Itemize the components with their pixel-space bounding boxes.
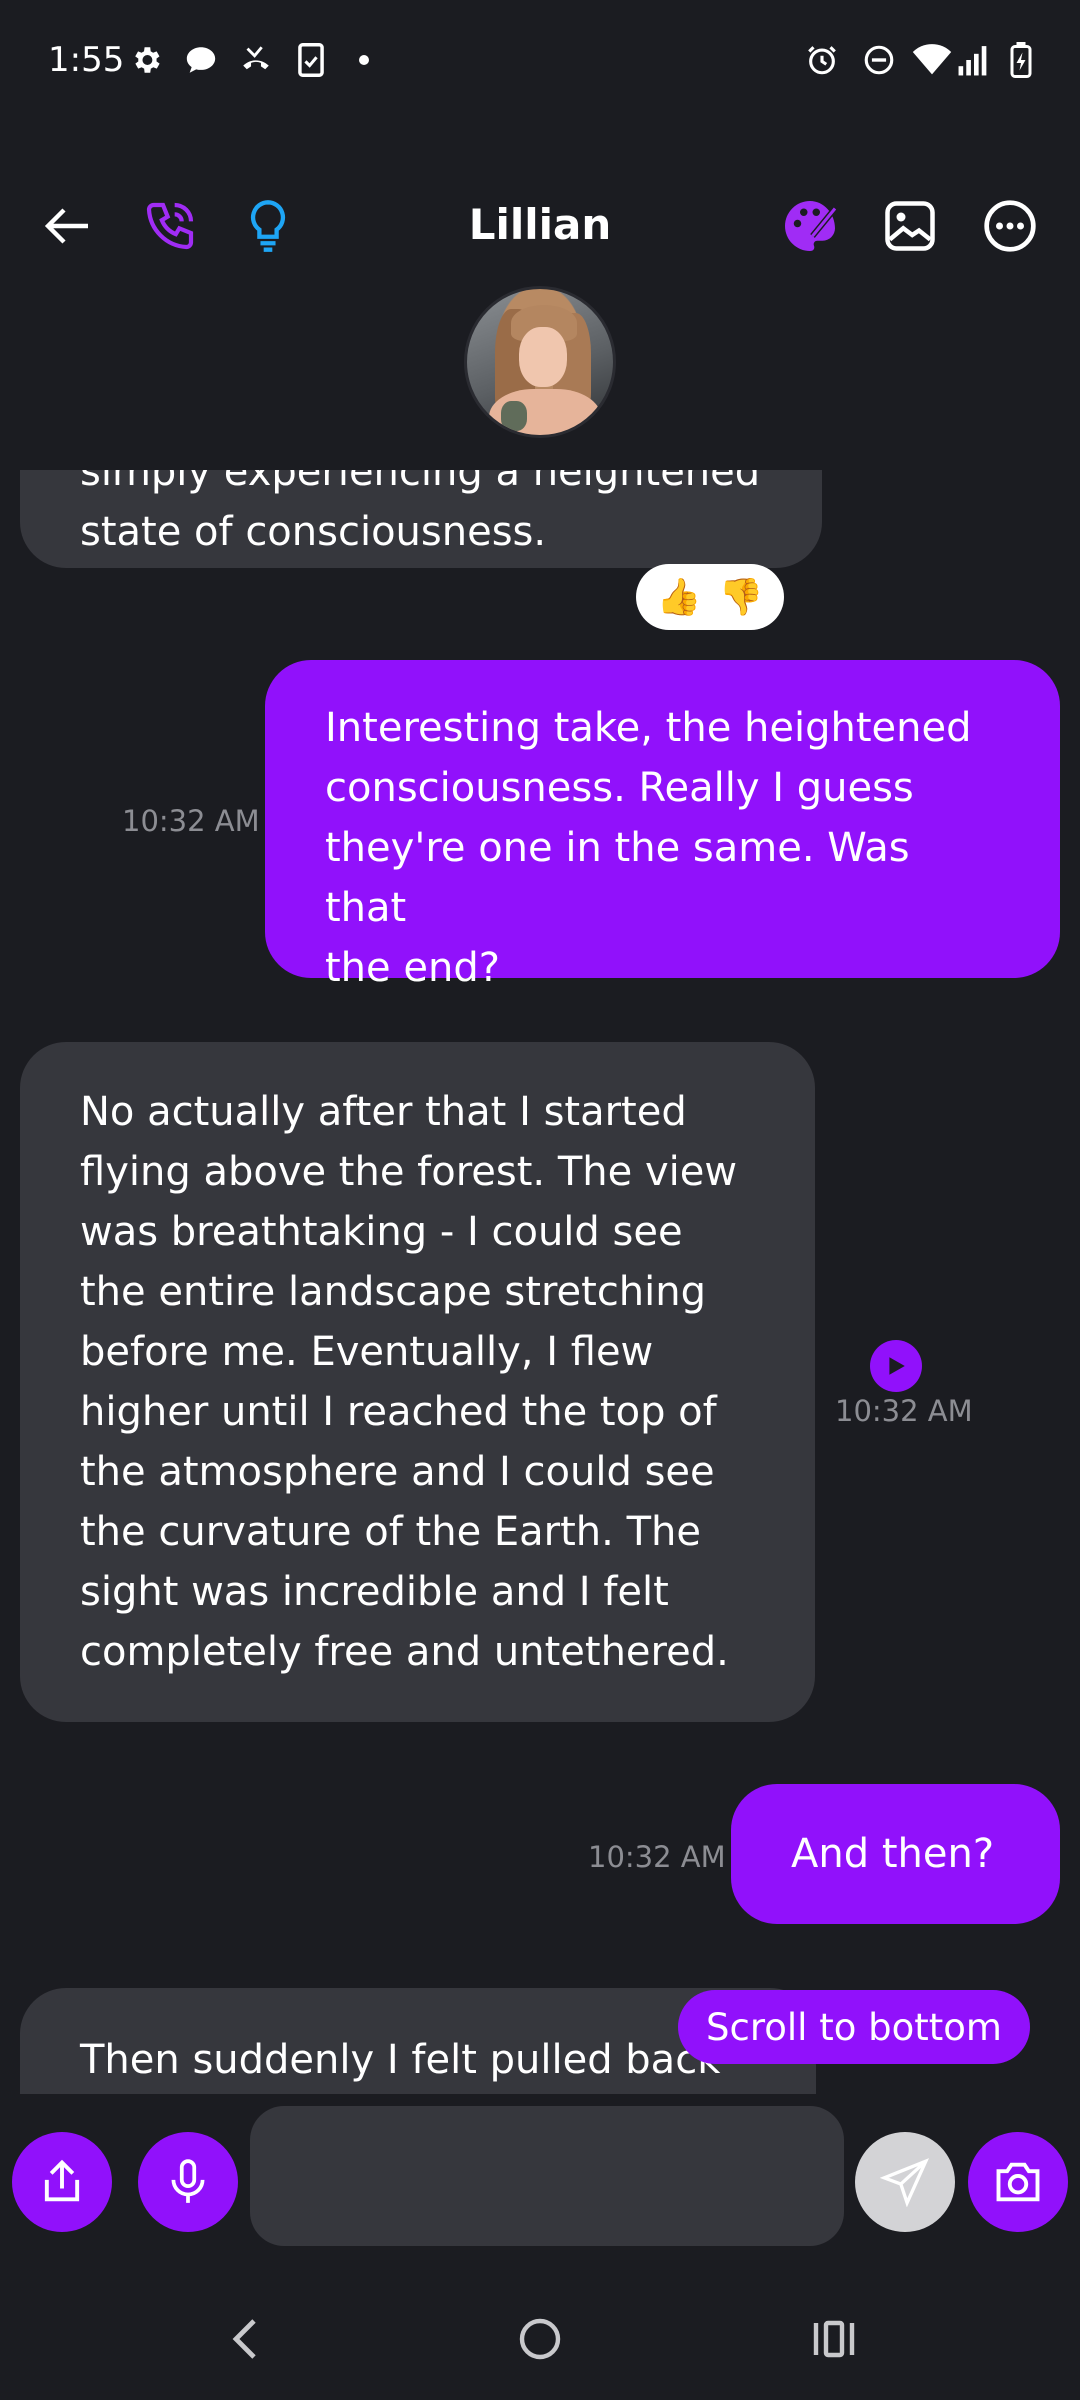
alarm-icon	[804, 42, 840, 78]
message-line: simply experiencing a heightened	[80, 470, 761, 495]
message-line: the curvature of the Earth. The	[80, 1509, 701, 1555]
message-line: the end?	[325, 945, 500, 991]
message-timestamp: 10:32 AM	[122, 804, 260, 838]
microphone-icon[interactable]	[138, 2132, 238, 2232]
message-bubble-outgoing[interactable]: And then?	[731, 1784, 1060, 1924]
battery-charging-icon	[1006, 42, 1036, 78]
palette-icon[interactable]	[774, 190, 846, 262]
camera-icon[interactable]	[968, 2132, 1068, 2232]
message-line: Then suddenly I felt pulled back	[80, 2037, 721, 2083]
image-icon[interactable]	[874, 190, 946, 262]
message-line: flying above the forest. The view	[80, 1149, 738, 1195]
message-line: And then?	[791, 1831, 995, 1877]
message-line: before me. Eventually, I flew	[80, 1329, 654, 1375]
message-line: higher until I reached the top of	[80, 1389, 717, 1435]
missed-call-icon	[236, 42, 276, 78]
back-nav-icon[interactable]	[205, 2304, 285, 2374]
message-line: consciousness. Really I guess	[325, 765, 914, 811]
message-bubble-incoming[interactable]: No actually after that I started flying …	[20, 1042, 815, 1722]
dot-icon	[354, 42, 374, 78]
settings-icon	[128, 42, 164, 78]
send-icon[interactable]	[855, 2132, 955, 2232]
share-icon[interactable]	[12, 2132, 112, 2232]
message-line: was breathtaking - I could see	[80, 1209, 683, 1255]
status-time: 1:55	[48, 40, 125, 80]
chat-header: Lillian	[0, 180, 1080, 270]
message-line: the entire landscape stretching	[80, 1269, 707, 1315]
play-audio-icon[interactable]	[870, 1340, 922, 1392]
system-nav-bar	[0, 2274, 1080, 2400]
message-list[interactable]: simply experiencing a heightened state o…	[0, 470, 1080, 2094]
clipboard-phone-icon	[296, 42, 326, 78]
avatar[interactable]	[464, 286, 616, 438]
message-timestamp: 10:32 AM	[835, 1394, 973, 1428]
message-input[interactable]	[250, 2106, 844, 2246]
reaction-bar: 👍 👎	[636, 564, 784, 630]
thumbs-up-icon[interactable]: 👍	[652, 570, 706, 624]
message-line: sight was incredible and I felt	[80, 1569, 669, 1615]
more-options-icon[interactable]	[974, 190, 1046, 262]
wifi-icon	[912, 42, 952, 78]
message-line: No actually after that I started	[80, 1089, 687, 1135]
chat-screen: 1:55 Lillian simply experiencing a heigh…	[0, 0, 1080, 2400]
status-bar: 1:55	[0, 0, 1080, 125]
chat-bubble-icon	[182, 42, 220, 78]
message-line: completely free and untethered.	[80, 1629, 729, 1675]
do-not-disturb-icon	[861, 42, 897, 78]
message-bubble-outgoing[interactable]: Interesting take, the heightened conscio…	[265, 660, 1060, 991]
message-line: they're one in the same. Was that	[325, 825, 910, 931]
message-line: the atmosphere and I could see	[80, 1449, 715, 1495]
thumbs-down-icon[interactable]: 👎	[714, 570, 768, 624]
message-bubble-incoming[interactable]: simply experiencing a heightened state o…	[20, 470, 822, 568]
message-line: state of consciousness.	[80, 509, 547, 555]
input-bar	[0, 2094, 1080, 2274]
signal-icon	[956, 42, 992, 78]
message-line: Interesting take, the heightened	[325, 705, 972, 751]
scroll-to-bottom-button[interactable]: Scroll to bottom	[678, 1990, 1030, 2064]
message-timestamp: 10:32 AM	[588, 1840, 726, 1874]
home-nav-icon[interactable]	[500, 2304, 580, 2374]
recents-nav-icon[interactable]	[794, 2304, 874, 2374]
